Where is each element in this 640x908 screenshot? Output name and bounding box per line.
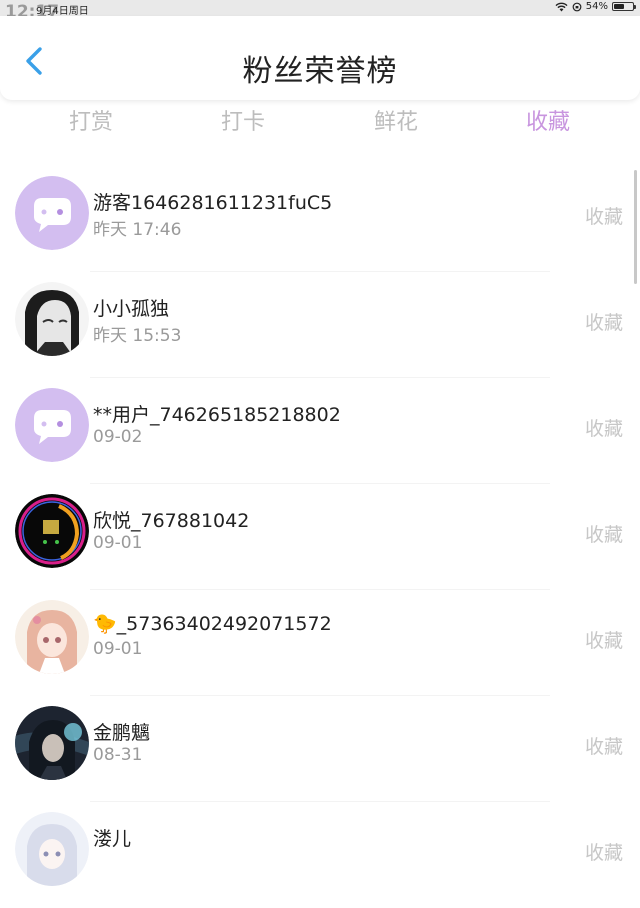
fan-time: 09-01: [93, 639, 143, 659]
action-label: 收藏: [584, 312, 623, 334]
avatar[interactable]: [15, 282, 89, 356]
avatar[interactable]: [15, 812, 89, 886]
list-item[interactable]: **用户_746265185218802 09-02 收藏: [0, 378, 640, 484]
list-item[interactable]: 🐤_57363402492071572 09-01 收藏: [0, 590, 640, 696]
fan-time: 09-01: [93, 533, 143, 553]
dark-anime-avatar-icon: [15, 706, 89, 780]
anime-girl-pink-avatar-icon: [15, 600, 89, 674]
tab-favorites[interactable]: 收藏: [478, 104, 618, 136]
avatar[interactable]: [15, 388, 89, 462]
fan-name: 游客1646281611231fuC5: [93, 192, 333, 214]
neon-ring-avatar-icon: [15, 494, 89, 568]
action-label: 收藏: [584, 418, 623, 440]
avatar[interactable]: [15, 494, 89, 568]
action-label: 收藏: [584, 206, 623, 228]
tab-bar: 打赏 打卡 鲜花 收藏: [0, 104, 640, 140]
battery-percent: 54%: [585, 1, 608, 12]
orientation-lock-icon: [572, 2, 582, 11]
list-item[interactable]: 游客1646281611231fuC5 昨天 17:46 收藏: [0, 166, 640, 272]
status-date: 9月4日周日: [36, 6, 89, 17]
fan-time: 昨天 15:53: [93, 326, 182, 346]
avatar[interactable]: [15, 600, 89, 674]
battery-fill: [614, 4, 624, 9]
avatar[interactable]: [15, 176, 89, 250]
battery-icon: [612, 2, 636, 11]
list-item[interactable]: 金鹏魑 08-31 收藏: [0, 696, 640, 802]
header: 粉丝荣誉榜: [0, 16, 640, 100]
avatar[interactable]: [15, 706, 89, 780]
tab-flowers[interactable]: 鲜花: [326, 104, 466, 136]
wifi-icon: [555, 2, 568, 11]
list-item[interactable]: 溇儿 收藏: [0, 802, 640, 908]
fan-name: **用户_746265185218802: [93, 404, 341, 426]
status-right: 54%: [555, 1, 636, 12]
tab-checkin[interactable]: 打卡: [173, 104, 313, 136]
fan-name: 小小孤独: [93, 298, 170, 320]
action-label: 收藏: [584, 630, 623, 652]
fan-time: 昨天 17:46: [93, 220, 182, 240]
scrollbar[interactable]: [634, 170, 637, 284]
fan-name: 欣悦_767881042: [93, 510, 250, 532]
default-chat-avatar-icon: [15, 388, 89, 462]
action-label: 收藏: [584, 524, 623, 546]
anime-white-avatar-icon: [15, 812, 89, 886]
fan-time: 09-02: [93, 427, 143, 447]
status-bar: 12:17 9月4日周日 54%: [0, 0, 640, 22]
action-label: 收藏: [584, 736, 623, 758]
page-title: 粉丝荣誉榜: [242, 54, 398, 89]
fan-name: 溇儿: [93, 828, 132, 850]
action-label: 收藏: [584, 842, 623, 864]
list-item[interactable]: 欣悦_767881042 09-01 收藏: [0, 484, 640, 590]
anime-girl-bw-avatar-icon: [15, 282, 89, 356]
default-chat-avatar-icon: [15, 176, 89, 250]
fan-name: 🐤_57363402492071572: [93, 613, 332, 635]
list-item[interactable]: 小小孤独 昨天 15:53 收藏: [0, 272, 640, 378]
fan-time: 08-31: [93, 745, 143, 765]
fan-name: 金鹏魑: [93, 722, 151, 744]
tab-reward[interactable]: 打赏: [21, 104, 161, 136]
